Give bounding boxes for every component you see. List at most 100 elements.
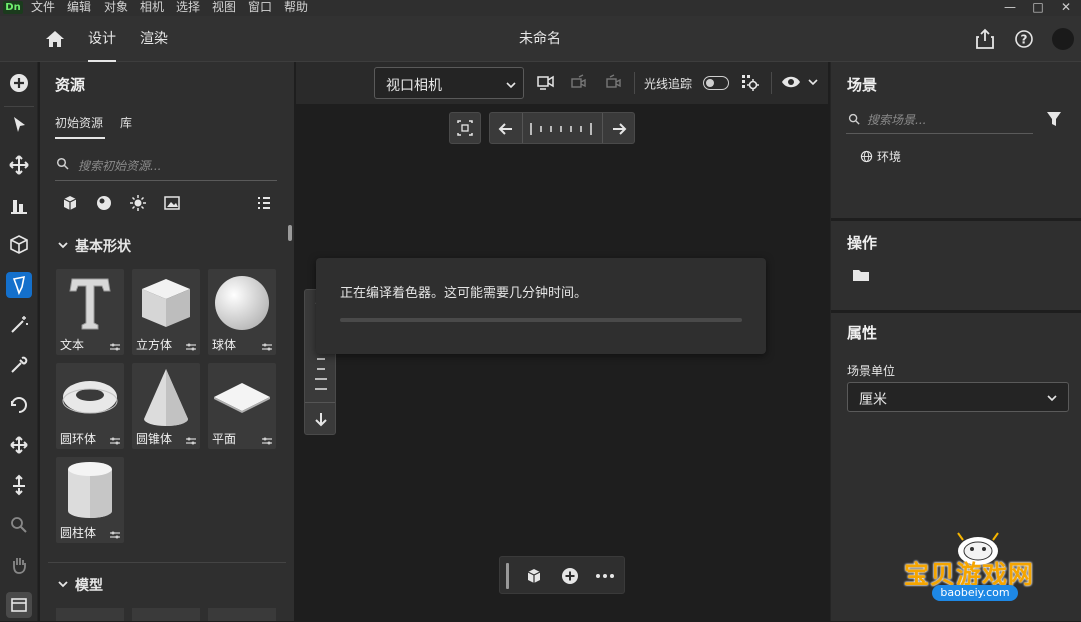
tool-bar <box>0 62 38 621</box>
hand-tool-icon[interactable] <box>6 552 32 578</box>
maximize-button[interactable]: □ <box>1026 0 1050 16</box>
options-icon[interactable] <box>261 342 273 352</box>
model-tile[interactable] <box>56 608 124 621</box>
subtab-starter-assets[interactable]: 初始资源 <box>55 114 103 131</box>
eyedropper-icon[interactable] <box>6 352 32 378</box>
subtab-library[interactable]: 库 <box>120 114 132 131</box>
model-tile[interactable] <box>132 608 200 621</box>
cone-icon <box>144 369 188 426</box>
add-icon[interactable] <box>6 70 32 96</box>
avatar[interactable] <box>1052 28 1074 50</box>
models-filter-icon[interactable] <box>60 193 80 213</box>
assets-title: 资源 <box>55 76 86 94</box>
menu-item[interactable]: 对象 <box>104 0 128 16</box>
asset-label: 圆锥体 <box>136 432 173 446</box>
add-icon[interactable] <box>560 566 580 586</box>
eye-icon[interactable] <box>781 74 801 90</box>
materials-filter-icon[interactable] <box>94 193 114 213</box>
share-icon[interactable] <box>974 28 996 50</box>
folder-icon[interactable] <box>852 267 870 283</box>
menu-item[interactable]: 选择 <box>176 0 200 16</box>
help-icon[interactable]: ? <box>1013 28 1035 50</box>
panel-divider <box>831 218 1081 221</box>
list-view-icon[interactable] <box>254 193 274 213</box>
move-tool-icon[interactable] <box>6 152 32 178</box>
chevron-down-icon[interactable] <box>807 77 819 87</box>
magic-material-tool-icon[interactable] <box>6 272 32 298</box>
camera-select[interactable]: 视口相机 <box>374 67 524 99</box>
camera-undo-icon[interactable] <box>569 72 589 92</box>
camera-redo-icon[interactable] <box>604 72 624 92</box>
assets-scrollbar[interactable] <box>288 225 292 241</box>
asset-tile-torus[interactable]: 圆环体 <box>56 363 124 449</box>
compile-progress-bar <box>340 318 742 322</box>
asset-label: 平面 <box>212 432 237 446</box>
images-filter-icon[interactable] <box>162 193 182 213</box>
section-models[interactable]: 模型 <box>75 575 103 595</box>
minimize-button[interactable]: — <box>998 0 1022 16</box>
asset-label: 立方体 <box>136 338 173 352</box>
scene-item-environment[interactable]: 环境 <box>877 148 901 165</box>
app-header: 设计 渲染 未命名 ? <box>0 16 1081 62</box>
menu-item[interactable]: 编辑 <box>67 0 91 16</box>
menu-item[interactable]: 窗口 <box>248 0 272 16</box>
panel-toggle-icon[interactable] <box>6 592 32 618</box>
menu-item[interactable]: 帮助 <box>284 0 308 16</box>
quick-actions-bar <box>499 556 625 594</box>
assets-search-input[interactable]: 搜索初始资源... <box>78 157 161 174</box>
asset-tile-cube[interactable]: 立方体 <box>132 269 200 355</box>
camera-nav-slider[interactable] <box>489 112 635 144</box>
filter-icon[interactable] <box>1045 110 1063 128</box>
scene-title: 场景 <box>847 76 878 94</box>
menu-item[interactable]: 文件 <box>31 0 55 16</box>
options-icon[interactable] <box>109 436 121 446</box>
lights-filter-icon[interactable] <box>128 193 148 213</box>
frame-icon <box>457 120 473 136</box>
raytrace-toggle[interactable] <box>703 76 729 90</box>
scene-search-input[interactable]: 搜索场景... <box>867 111 926 128</box>
magic-wand-icon[interactable] <box>6 312 32 338</box>
asset-label: 圆环体 <box>60 432 97 446</box>
pan-tool-icon[interactable] <box>6 432 32 458</box>
menu-item[interactable]: 视图 <box>212 0 236 16</box>
asset-tile-text[interactable]: 文本 <box>56 269 124 355</box>
slider-ticks[interactable] <box>528 119 598 139</box>
options-icon[interactable] <box>109 342 121 352</box>
asset-tile-sphere[interactable]: 球体 <box>208 269 276 355</box>
home-icon[interactable] <box>45 30 65 48</box>
align-tool-icon[interactable] <box>6 192 32 218</box>
asset-tile-plane[interactable]: 平面 <box>208 363 276 449</box>
scene-unit-select[interactable]: 厘米 <box>847 382 1069 412</box>
model-tile[interactable] <box>208 608 276 621</box>
dolly-tool-icon[interactable] <box>6 472 32 498</box>
drag-handle[interactable] <box>506 563 509 589</box>
select-tool-icon[interactable] <box>6 112 32 138</box>
scene-unit-value: 厘米 <box>859 392 887 408</box>
tab-design[interactable]: 设计 <box>88 16 116 62</box>
arrow-left-icon[interactable] <box>497 120 515 138</box>
more-icon[interactable] <box>594 566 616 586</box>
asset-label: 圆柱体 <box>60 526 97 540</box>
close-button[interactable]: ✕ <box>1054 0 1078 16</box>
section-basic-shapes[interactable]: 基本形状 <box>75 236 131 256</box>
arrow-right-icon[interactable] <box>610 120 628 138</box>
zoom-tool-icon[interactable] <box>6 512 32 538</box>
options-icon[interactable] <box>261 436 273 446</box>
cube-icon[interactable] <box>524 566 544 586</box>
chevron-down-icon[interactable] <box>57 578 69 590</box>
menu-item[interactable]: 相机 <box>140 0 164 16</box>
tab-render[interactable]: 渲染 <box>140 16 168 62</box>
asset-tile-cylinder[interactable]: 圆柱体 <box>56 457 124 543</box>
camera-add-icon[interactable] <box>536 72 556 92</box>
render-settings-icon[interactable] <box>739 72 759 92</box>
rotate-tool-icon[interactable] <box>6 392 32 418</box>
cube-tool-icon[interactable] <box>6 232 32 258</box>
options-icon[interactable] <box>185 342 197 352</box>
options-icon[interactable] <box>185 436 197 446</box>
arrow-down-icon[interactable] <box>312 410 330 428</box>
asset-tile-cone[interactable]: 圆锥体 <box>132 363 200 449</box>
chevron-down-icon[interactable] <box>57 239 69 251</box>
options-icon[interactable] <box>109 530 121 540</box>
sphere-icon <box>215 276 269 330</box>
frame-selection-button[interactable] <box>449 112 481 144</box>
